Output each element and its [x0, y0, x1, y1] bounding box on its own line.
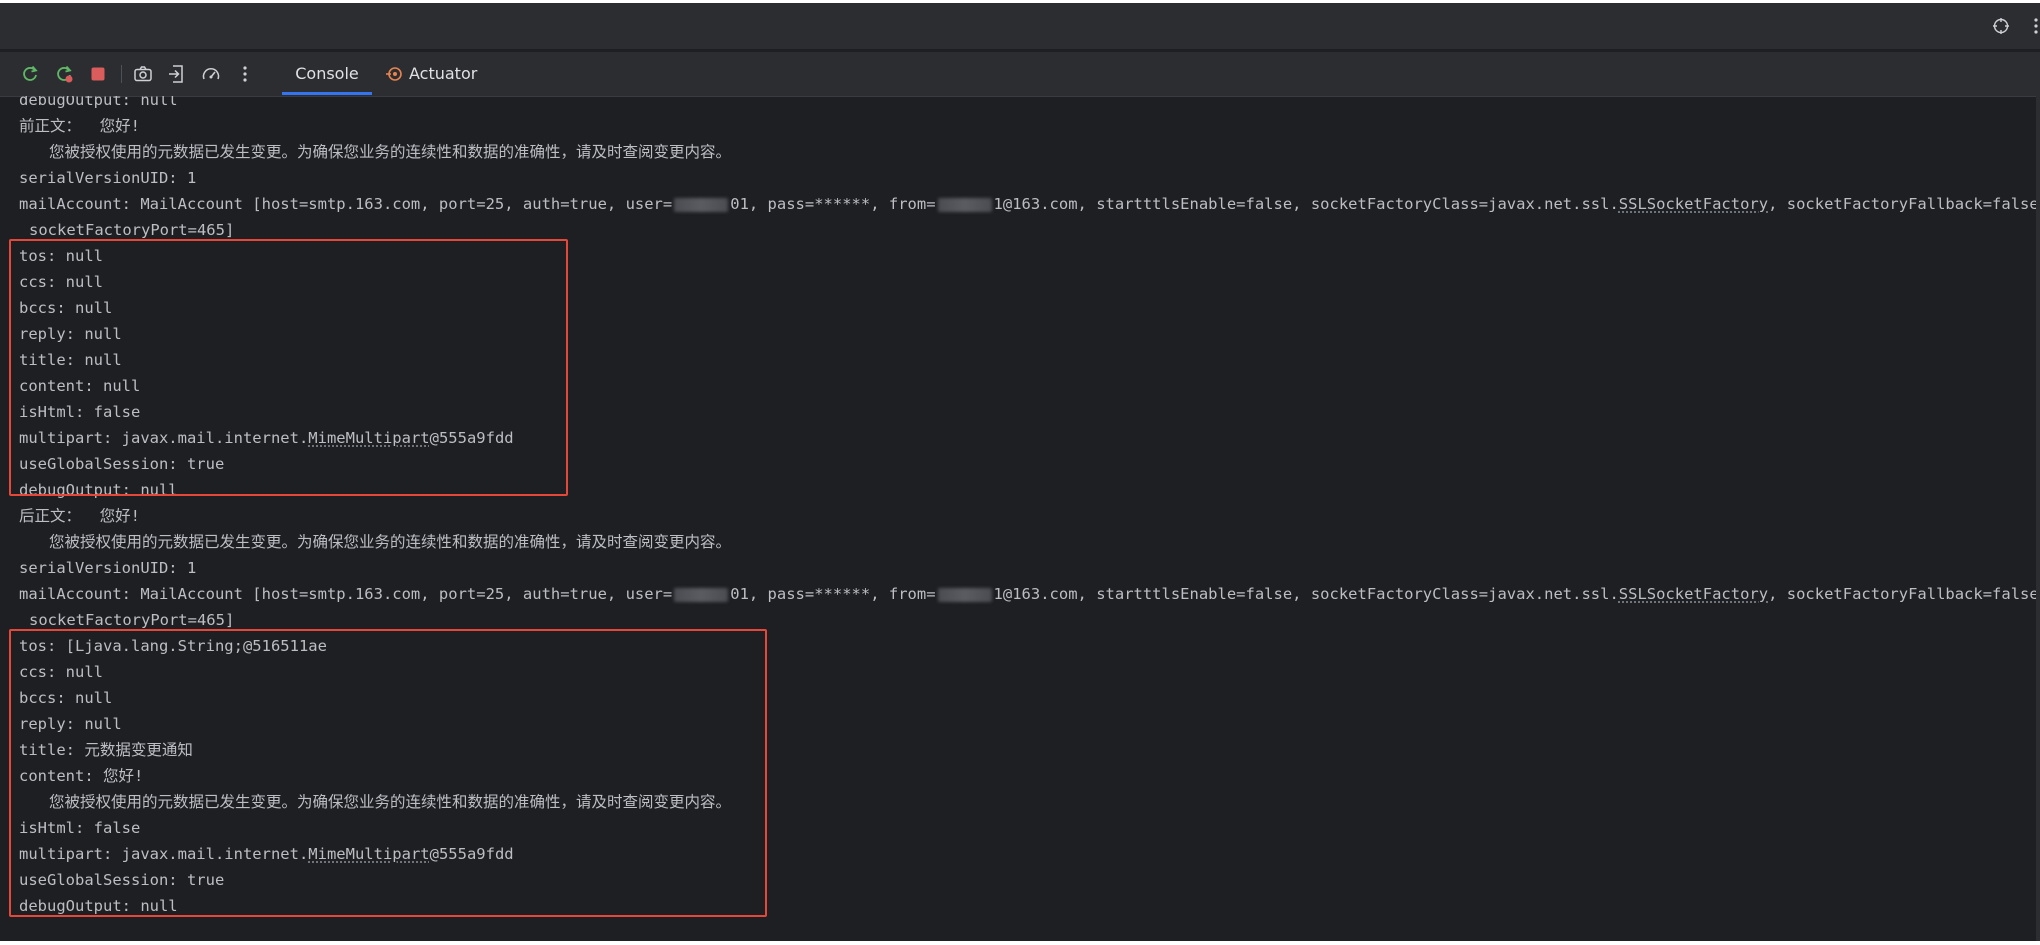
console-line: socketFactoryPort=465] — [29, 221, 235, 239]
console-line-mail-account: mailAccount: MailAccount [host=smtp.163.… — [19, 195, 2040, 213]
console-line: ccs: null — [19, 273, 103, 291]
tab-actuator[interactable]: Actuator — [385, 52, 477, 95]
redacted-email — [937, 587, 992, 602]
console-line: isHtml: false — [19, 403, 141, 421]
console-line: debugOutput: null — [19, 897, 178, 915]
title-bar — [0, 3, 2040, 49]
console-line: title: 元数据变更通知 — [19, 741, 193, 759]
console-line: serialVersionUID: 1 — [19, 559, 197, 577]
speedometer-icon[interactable] — [199, 62, 223, 86]
console-line: ccs: null — [19, 663, 103, 681]
console-line: reply: null — [19, 715, 122, 733]
right-edge — [2036, 96, 2040, 941]
console-line: useGlobalSession: true — [19, 871, 225, 889]
console-line: reply: null — [19, 325, 122, 343]
actuator-icon — [385, 65, 403, 83]
console-line: 前正文： 您好! — [19, 117, 140, 135]
console-lines: debugOutput: null 前正文： 您好! 您被授权使用的元数据已发生… — [19, 96, 2040, 919]
stop-icon[interactable] — [86, 62, 110, 86]
redacted-email — [937, 197, 992, 212]
more-vertical-icon[interactable] — [2026, 16, 2040, 36]
rerun-icon[interactable] — [18, 62, 42, 86]
exit-icon[interactable] — [165, 62, 189, 86]
ide-window: Console Actuator debugOutput: null 前正文： … — [0, 3, 2040, 941]
console-line: 您被授权使用的元数据已发生变更。为确保您业务的连续性和数据的准确性，请及时查阅变… — [49, 143, 732, 161]
console-line: tos: null — [19, 247, 103, 265]
console-line: debugOutput: null — [19, 96, 178, 109]
camera-icon[interactable] — [131, 62, 155, 86]
console-line-multipart: multipart: javax.mail.internet.MimeMulti… — [19, 429, 514, 447]
console-line: socketFactoryPort=465] — [29, 611, 235, 629]
redacted-user — [674, 587, 729, 602]
crosshair-icon[interactable] — [1991, 16, 2011, 36]
console-line: serialVersionUID: 1 — [19, 169, 197, 187]
tab-actuator-label: Actuator — [409, 64, 478, 83]
console-line: tos: [Ljava.lang.String;@516511ae — [19, 637, 327, 655]
toolbar-separator — [121, 65, 122, 83]
console-line: isHtml: false — [19, 819, 141, 837]
console-line: bccs: null — [19, 689, 113, 707]
console-line: 您被授权使用的元数据已发生变更。为确保您业务的连续性和数据的准确性，请及时查阅变… — [49, 793, 732, 811]
rerun-tests-icon[interactable] — [52, 62, 76, 86]
run-toolbar: Console Actuator — [0, 52, 2040, 97]
console-line-mail-account: mailAccount: MailAccount [host=smtp.163.… — [19, 585, 2040, 603]
console-output[interactable]: debugOutput: null 前正文： 您好! 您被授权使用的元数据已发生… — [0, 96, 2040, 941]
console-line: content: 您好! — [19, 767, 144, 785]
tab-console[interactable]: Console — [282, 52, 372, 95]
console-line: bccs: null — [19, 299, 113, 317]
console-line-multipart: multipart: javax.mail.internet.MimeMulti… — [19, 845, 514, 863]
console-line: content: null — [19, 377, 141, 395]
console-line: debugOutput: null — [19, 481, 178, 499]
console-line: 您被授权使用的元数据已发生变更。为确保您业务的连续性和数据的准确性，请及时查阅变… — [49, 533, 732, 551]
console-line: title: null — [19, 351, 122, 369]
console-line: 后正文： 您好! — [19, 507, 140, 525]
tab-console-label: Console — [295, 64, 359, 83]
redacted-user — [674, 197, 729, 212]
console-line: useGlobalSession: true — [19, 455, 225, 473]
more-vertical-icon[interactable] — [233, 62, 257, 86]
